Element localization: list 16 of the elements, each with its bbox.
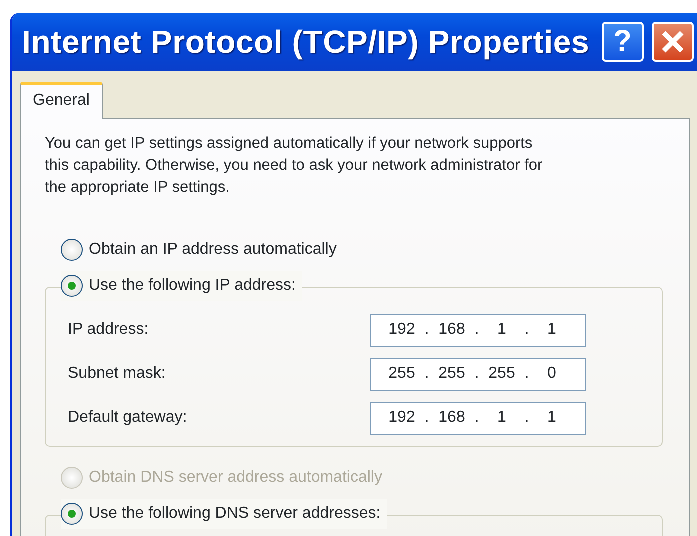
help-button[interactable]: ? bbox=[602, 22, 644, 62]
field-label: Default gateway: bbox=[68, 408, 188, 428]
field-label: Subnet mask: bbox=[68, 364, 167, 384]
ip-address-field[interactable]: 192 . 168 . 1 . 1 bbox=[370, 402, 586, 434]
radio-label[interactable]: Obtain an IP address automatically bbox=[89, 238, 337, 262]
description-text: You can get IP settings assigned automatically if your network supports this capability. Otherwise, you need to ask your network administrator for the appropriate IP settings. bbox=[45, 134, 543, 198]
field-label: IP address: bbox=[68, 320, 150, 340]
close-icon bbox=[660, 30, 685, 54]
radio-button[interactable] bbox=[61, 239, 83, 261]
ip-address-field[interactable]: 255 . 255 . 255 . 0 bbox=[370, 358, 586, 390]
radio-button[interactable] bbox=[61, 275, 83, 297]
ip-address-field[interactable]: 192 . 168 . 1 . 1 bbox=[370, 314, 586, 346]
tab[interactable]: General bbox=[20, 82, 103, 119]
window-title: Internet Protocol (TCP/IP) Properties bbox=[22, 23, 590, 62]
radio-button[interactable] bbox=[61, 503, 83, 525]
close-button[interactable] bbox=[652, 22, 694, 62]
